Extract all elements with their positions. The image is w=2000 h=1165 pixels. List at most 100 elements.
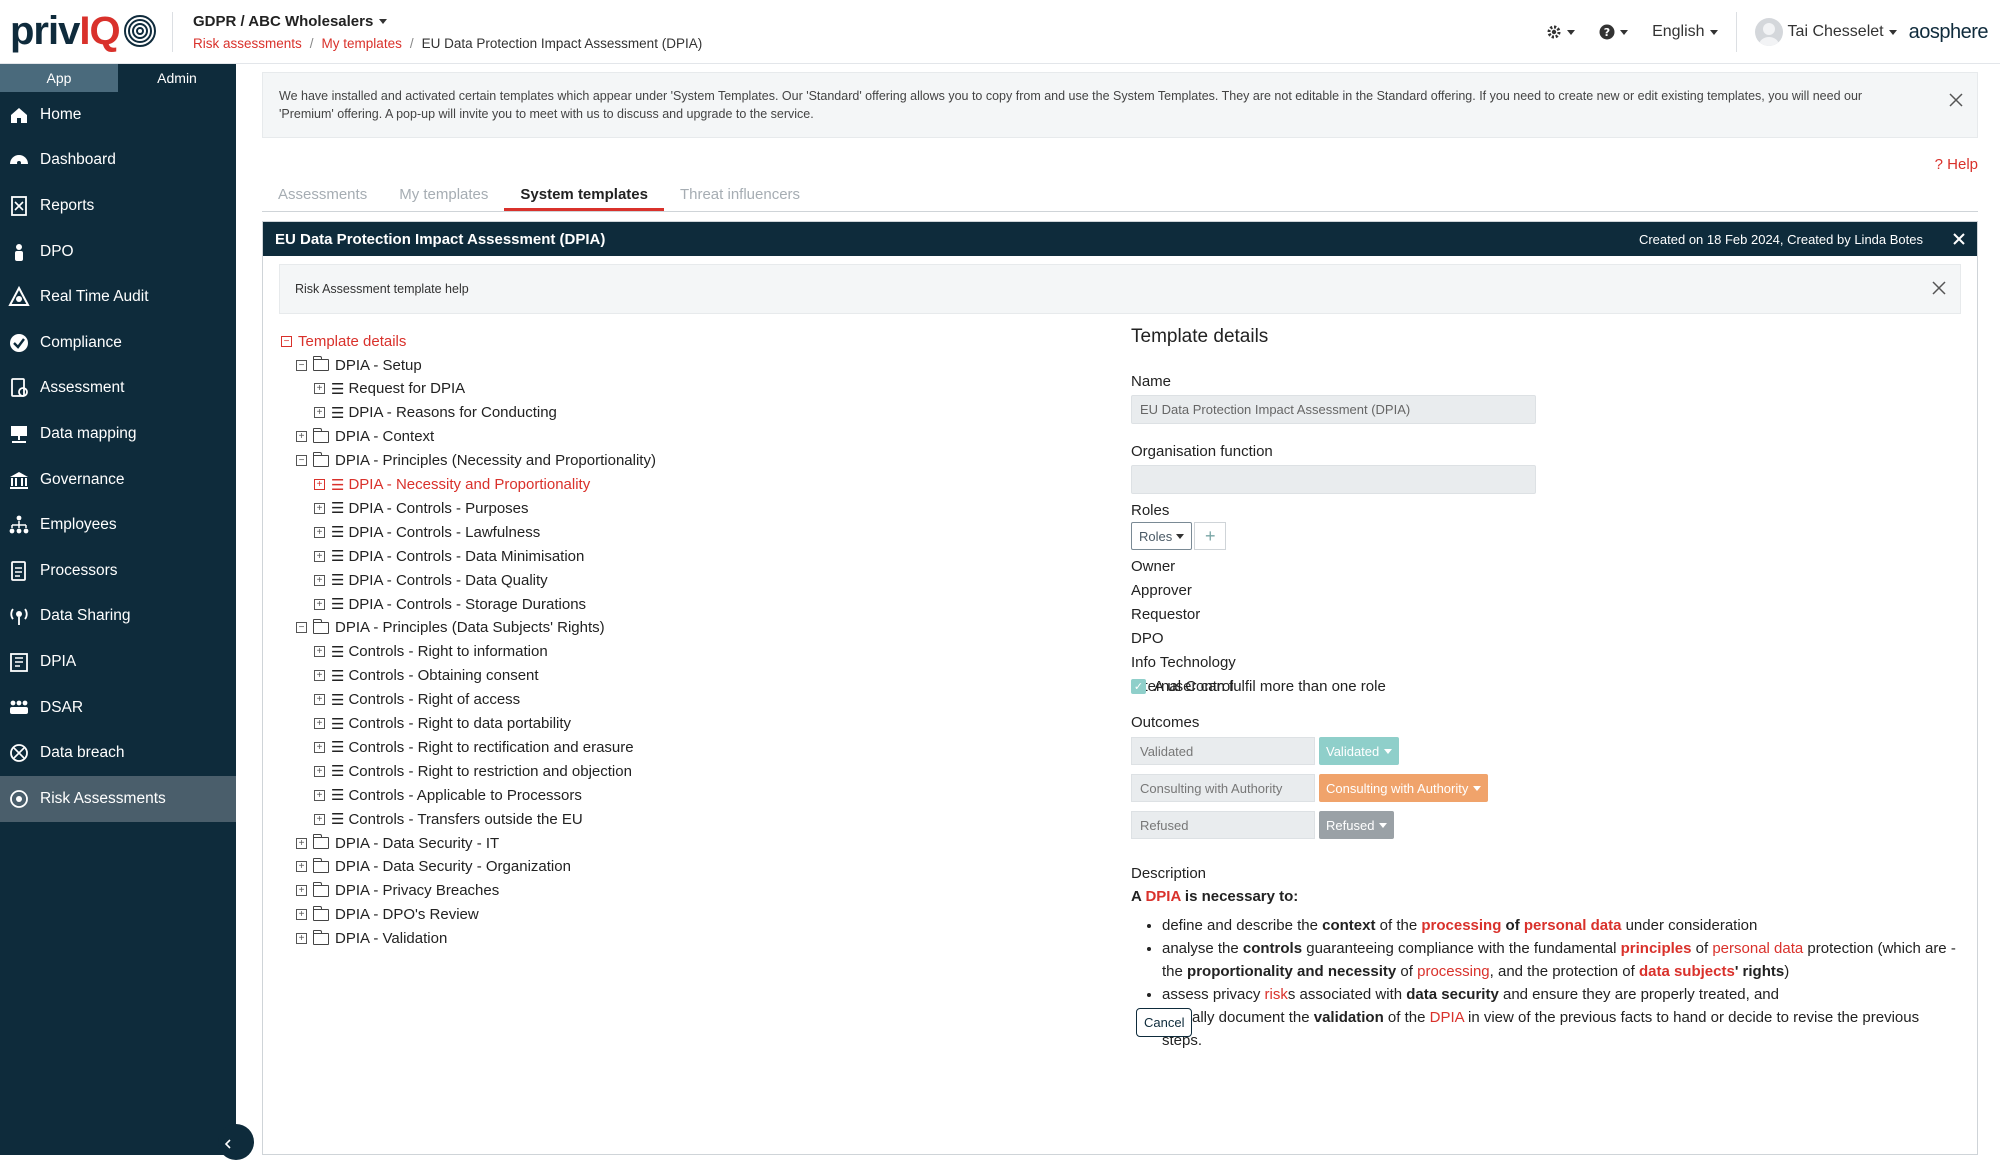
- roles-dropdown-button[interactable]: Roles: [1131, 522, 1193, 550]
- sidebar-item-employees[interactable]: Employees: [0, 502, 236, 548]
- sidebar-item-reports[interactable]: Reports: [0, 183, 236, 229]
- tree-node-label: DPIA - Principles (Data Subjects' Rights…: [335, 619, 605, 637]
- outcome-dropdown-button[interactable]: Refused: [1319, 811, 1395, 839]
- expand-icon[interactable]: +: [314, 550, 325, 562]
- help-menu[interactable]: ?: [1587, 24, 1640, 40]
- dsar-icon: [8, 697, 30, 719]
- language-label: English: [1652, 23, 1705, 40]
- add-role-button[interactable]: +: [1194, 522, 1227, 550]
- expand-icon[interactable]: +: [314, 407, 325, 419]
- expand-icon[interactable]: +: [314, 670, 325, 682]
- tree-node-label: DPIA - Context: [335, 428, 435, 446]
- tree-node-label: DPIA - Controls - Purposes: [348, 499, 529, 517]
- outcome-dropdown-button[interactable]: Consulting with Authority: [1319, 774, 1489, 802]
- sidebar-item-governance[interactable]: Governance: [0, 457, 236, 503]
- expand-icon[interactable]: +: [296, 885, 307, 897]
- expand-icon[interactable]: +: [314, 718, 325, 729]
- expand-icon[interactable]: +: [314, 479, 325, 490]
- tab-assessments[interactable]: Assessments: [262, 180, 383, 211]
- tree-node-label: Request for DPIA: [348, 380, 466, 398]
- expand-icon[interactable]: +: [296, 837, 307, 849]
- info-notice: We have installed and activated certain …: [262, 72, 1978, 138]
- language-selector[interactable]: English: [1640, 23, 1729, 41]
- outcome-field[interactable]: Validated: [1131, 737, 1315, 765]
- breadcrumb-separator: /: [309, 36, 314, 51]
- sidebar-item-dashboard[interactable]: Dashboard: [0, 138, 236, 184]
- outcome-button-label: Refused: [1326, 817, 1375, 833]
- plus-icon: +: [1204, 525, 1216, 546]
- expand-icon[interactable]: +: [314, 694, 325, 706]
- sidebar-item-dpia[interactable]: DPIA: [0, 639, 236, 685]
- expand-icon[interactable]: +: [314, 813, 325, 825]
- close-icon[interactable]: [1949, 93, 1963, 107]
- reports-icon: [8, 195, 30, 217]
- tab-my-templates[interactable]: My templates: [383, 180, 504, 211]
- expand-icon[interactable]: +: [296, 861, 307, 873]
- sidebar-item-data-mapping[interactable]: Data mapping: [0, 411, 236, 457]
- sidebar-item-label: Processors: [40, 561, 118, 579]
- outcome-field[interactable]: Refused: [1131, 811, 1315, 839]
- assessment-icon: [8, 377, 30, 399]
- multi-role-checkbox[interactable]: ✓ A user can fulfil more than one role: [1131, 678, 1386, 695]
- tab-threat-influencers[interactable]: Threat influencers: [664, 180, 816, 211]
- sidebar-item-risk-assessments[interactable]: Risk Assessments: [0, 775, 236, 822]
- expand-icon[interactable]: +: [314, 526, 325, 538]
- sidebar-item-data-sharing[interactable]: Data Sharing: [0, 594, 236, 640]
- expand-icon[interactable]: +: [314, 646, 325, 658]
- collapse-icon[interactable]: −: [296, 359, 307, 371]
- tree-node-label: DPIA - Data Security - IT: [335, 834, 500, 852]
- expand-icon[interactable]: +: [314, 765, 325, 777]
- expand-icon[interactable]: +: [314, 598, 325, 610]
- description-item: formally document the validation of the …: [1162, 1006, 1961, 1052]
- expand-icon[interactable]: +: [314, 383, 325, 395]
- template-help-text: Risk Assessment template help: [295, 282, 469, 296]
- outcome-dropdown-button[interactable]: Validated: [1319, 737, 1400, 765]
- sidebar-item-data-breach[interactable]: Data breach: [0, 730, 236, 776]
- org-selector-label: GDPR / ABC Wholesalers: [193, 13, 374, 30]
- chevron-down-icon: [1567, 29, 1576, 35]
- checkbox-checked-icon[interactable]: ✓: [1131, 679, 1146, 694]
- sidebar-tab-admin[interactable]: Admin: [118, 64, 236, 92]
- outcome-field[interactable]: Consulting with Authority: [1131, 774, 1315, 802]
- expand-icon[interactable]: +: [314, 789, 325, 801]
- sidebar-item-dsar[interactable]: DSAR: [0, 685, 236, 731]
- tree-node-label: Controls - Right to data portability: [348, 715, 572, 732]
- breadcrumb-my-templates[interactable]: My templates: [322, 36, 402, 51]
- folder-icon: [312, 834, 329, 849]
- breadcrumb-risk-assessments[interactable]: Risk assessments: [193, 36, 302, 51]
- expand-icon[interactable]: +: [296, 431, 307, 443]
- sidebar-item-real-time-audit[interactable]: Real Time Audit: [0, 274, 236, 320]
- expand-icon[interactable]: +: [314, 741, 325, 753]
- org-selector[interactable]: GDPR / ABC Wholesalers: [193, 13, 388, 30]
- collapse-icon[interactable]: −: [296, 622, 307, 634]
- user-menu[interactable]: Tai Chesselet: [1743, 18, 1909, 46]
- chevron-down-icon: [379, 19, 388, 24]
- expand-icon[interactable]: +: [314, 574, 325, 586]
- outcome-button-label: Consulting with Authority: [1326, 780, 1469, 796]
- name-field[interactable]: EU Data Protection Impact Assessment (DP…: [1131, 395, 1536, 424]
- expand-icon[interactable]: +: [314, 502, 325, 514]
- close-icon[interactable]: [1932, 281, 1946, 295]
- tree-folder-node[interactable]: + DPIA - Validation: [296, 924, 447, 954]
- sidebar-item-dpo[interactable]: DPO: [0, 229, 236, 275]
- expand-icon[interactable]: +: [296, 909, 307, 921]
- sidebar-item-processors[interactable]: Processors: [0, 548, 236, 594]
- cancel-button[interactable]: Cancel: [1136, 1008, 1193, 1037]
- org-function-label: Organisation function: [1131, 443, 1273, 460]
- settings-menu[interactable]: [1534, 24, 1587, 40]
- dashboard-icon: [8, 149, 30, 171]
- expand-icon[interactable]: +: [296, 933, 307, 945]
- collapse-icon[interactable]: −: [281, 335, 292, 347]
- sidebar-tab-app[interactable]: App: [0, 64, 118, 92]
- help-link[interactable]: ? Help: [1935, 156, 1978, 173]
- privIQ-logo[interactable]: priv IQ: [10, 8, 158, 54]
- tab-system-templates[interactable]: System templates: [504, 180, 664, 211]
- collapse-icon[interactable]: −: [296, 455, 307, 467]
- sidebar-item-compliance[interactable]: Compliance: [0, 320, 236, 366]
- aosphere-logo: aosphere: [1908, 20, 1989, 43]
- sidebar-item-assessment[interactable]: Assessment: [0, 366, 236, 412]
- org-function-field[interactable]: [1131, 465, 1536, 494]
- sidebar-item-home[interactable]: Home: [0, 92, 236, 138]
- data-breach-icon: [8, 742, 30, 764]
- close-icon[interactable]: [1953, 233, 1965, 245]
